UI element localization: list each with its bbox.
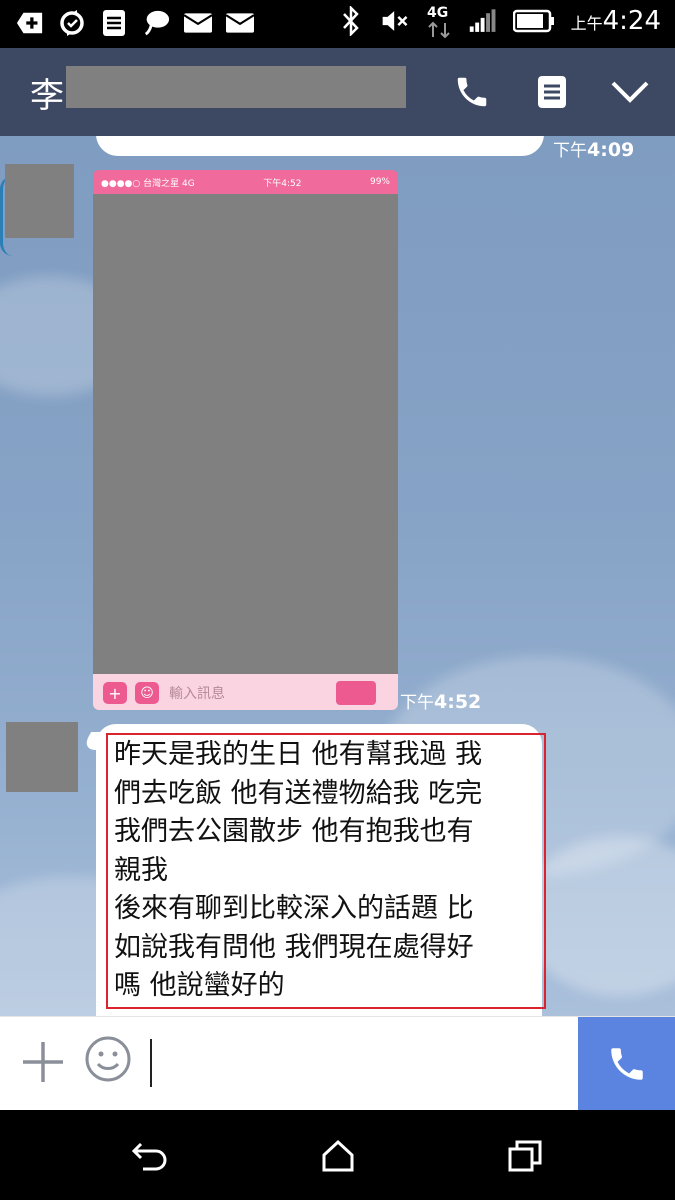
clock-time: 4:24 [602, 6, 661, 36]
inner-plus-icon: + [103, 682, 127, 704]
clock: 上午4:24 [571, 6, 661, 36]
chevron-down-icon[interactable] [608, 70, 652, 114]
inner-status-bar: ●●●●○ 台灣之星 4G 下午4:52 99% [93, 170, 398, 194]
inner-input-bar: + ☺ 輸入訊息 [93, 674, 398, 710]
call-button[interactable] [578, 1017, 675, 1111]
plus-icon[interactable] [20, 1039, 66, 1085]
chat-bubble-icon [142, 8, 170, 38]
message-timestamp: 下午4:52 [400, 688, 481, 713]
notification-icons [16, 8, 254, 38]
mail-icon [184, 8, 212, 38]
inner-time: 下午4:52 [263, 178, 302, 189]
clock-prefix: 上午 [570, 14, 603, 33]
timestamp-prefix: 下午 [553, 141, 587, 161]
redacted-image-content [93, 194, 398, 674]
inner-mic-icon [336, 681, 376, 705]
phone-icon [610, 1048, 643, 1080]
message-input[interactable] [156, 1027, 566, 1101]
input-bar [0, 1016, 675, 1111]
document-icon [100, 8, 128, 38]
notes-icon[interactable] [530, 70, 574, 114]
redacted-name [66, 66, 406, 108]
message-timestamp: 下午4:09 [553, 136, 634, 161]
mute-icon [381, 6, 409, 36]
signal-icon [469, 6, 497, 36]
previous-message-bubble[interactable] [96, 136, 544, 156]
navigation-bar [0, 1110, 675, 1200]
inner-carrier: ●●●●○ 台灣之星 4G [101, 178, 195, 189]
back-icon[interactable] [130, 1136, 170, 1176]
chat-area[interactable]: 下午4:09 ●●●●○ 台灣之星 4G 下午4:52 99% + ☺ 輸入訊息… [0, 136, 675, 1016]
home-icon[interactable] [318, 1136, 358, 1176]
timestamp-time: 4:52 [434, 691, 482, 713]
system-icons: 4G 上午4:24 [337, 5, 661, 39]
mail-icon [226, 8, 254, 38]
text-cursor [150, 1039, 152, 1087]
contact-name[interactable]: 李 [30, 68, 64, 117]
avatar[interactable] [5, 164, 74, 238]
inner-input-placeholder: 輸入訊息 [169, 686, 225, 702]
inner-battery: 99% [369, 177, 390, 187]
battery-icon [512, 6, 555, 36]
status-bar: 4G 上午4:24 [0, 0, 675, 48]
bluetooth-icon [337, 6, 365, 36]
4g-icon: 4G [425, 5, 453, 39]
sync-icon [58, 8, 86, 38]
chat-header: 李 [0, 48, 675, 136]
inner-emoji-icon: ☺ [135, 682, 159, 704]
image-message[interactable]: ●●●●○ 台灣之星 4G 下午4:52 99% + ☺ 輸入訊息 [93, 170, 398, 710]
emoji-icon[interactable] [84, 1035, 132, 1083]
highlight-box [106, 733, 546, 1009]
add-box-icon [16, 8, 44, 38]
timestamp-prefix: 下午 [400, 693, 434, 713]
timestamp-time: 4:09 [587, 139, 635, 161]
svg-text:4G: 4G [427, 5, 448, 21]
avatar[interactable] [6, 722, 78, 792]
recents-icon[interactable] [505, 1136, 545, 1176]
phone-icon[interactable] [450, 70, 494, 114]
